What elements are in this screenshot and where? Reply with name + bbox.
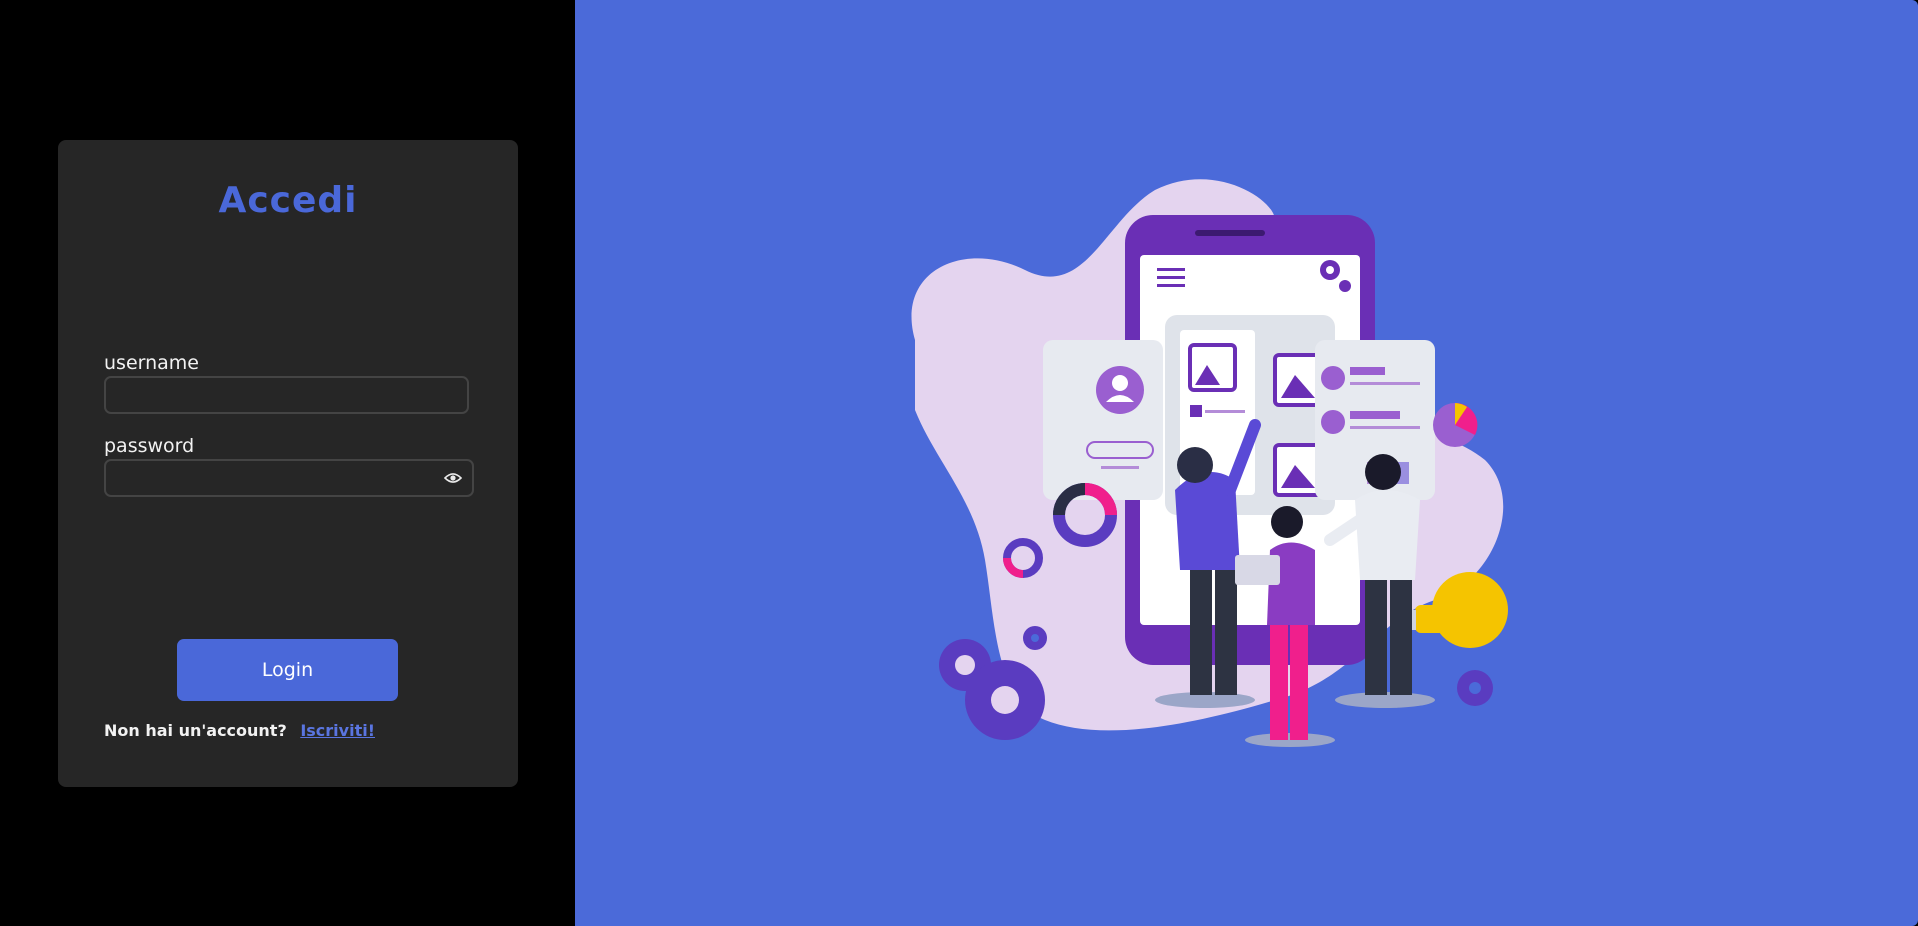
pie-chart-icon xyxy=(1433,402,1478,447)
page-title: Accedi xyxy=(218,180,358,221)
hero-illustration xyxy=(911,179,1508,747)
signup-prompt: Non hai un'account? Iscriviti! xyxy=(104,721,375,740)
password-input[interactable] xyxy=(106,461,472,495)
username-input[interactable] xyxy=(106,378,467,412)
login-card: Accedi username password Login Non hai u… xyxy=(58,140,518,787)
login-button[interactable]: Login xyxy=(177,639,398,701)
eye-icon[interactable] xyxy=(443,470,463,486)
avatar xyxy=(1096,366,1144,414)
hero-panel xyxy=(575,0,1918,926)
username-label: username xyxy=(104,352,199,374)
hamburger-icon xyxy=(1157,268,1185,287)
password-field-wrapper xyxy=(104,459,474,497)
password-label: password xyxy=(104,435,195,457)
username-field-wrapper xyxy=(104,376,469,414)
login-panel: Accedi username password Login Non hai u… xyxy=(0,0,575,926)
signup-text: Non hai un'account? xyxy=(104,721,287,740)
signup-link[interactable]: Iscriviti! xyxy=(300,721,375,740)
